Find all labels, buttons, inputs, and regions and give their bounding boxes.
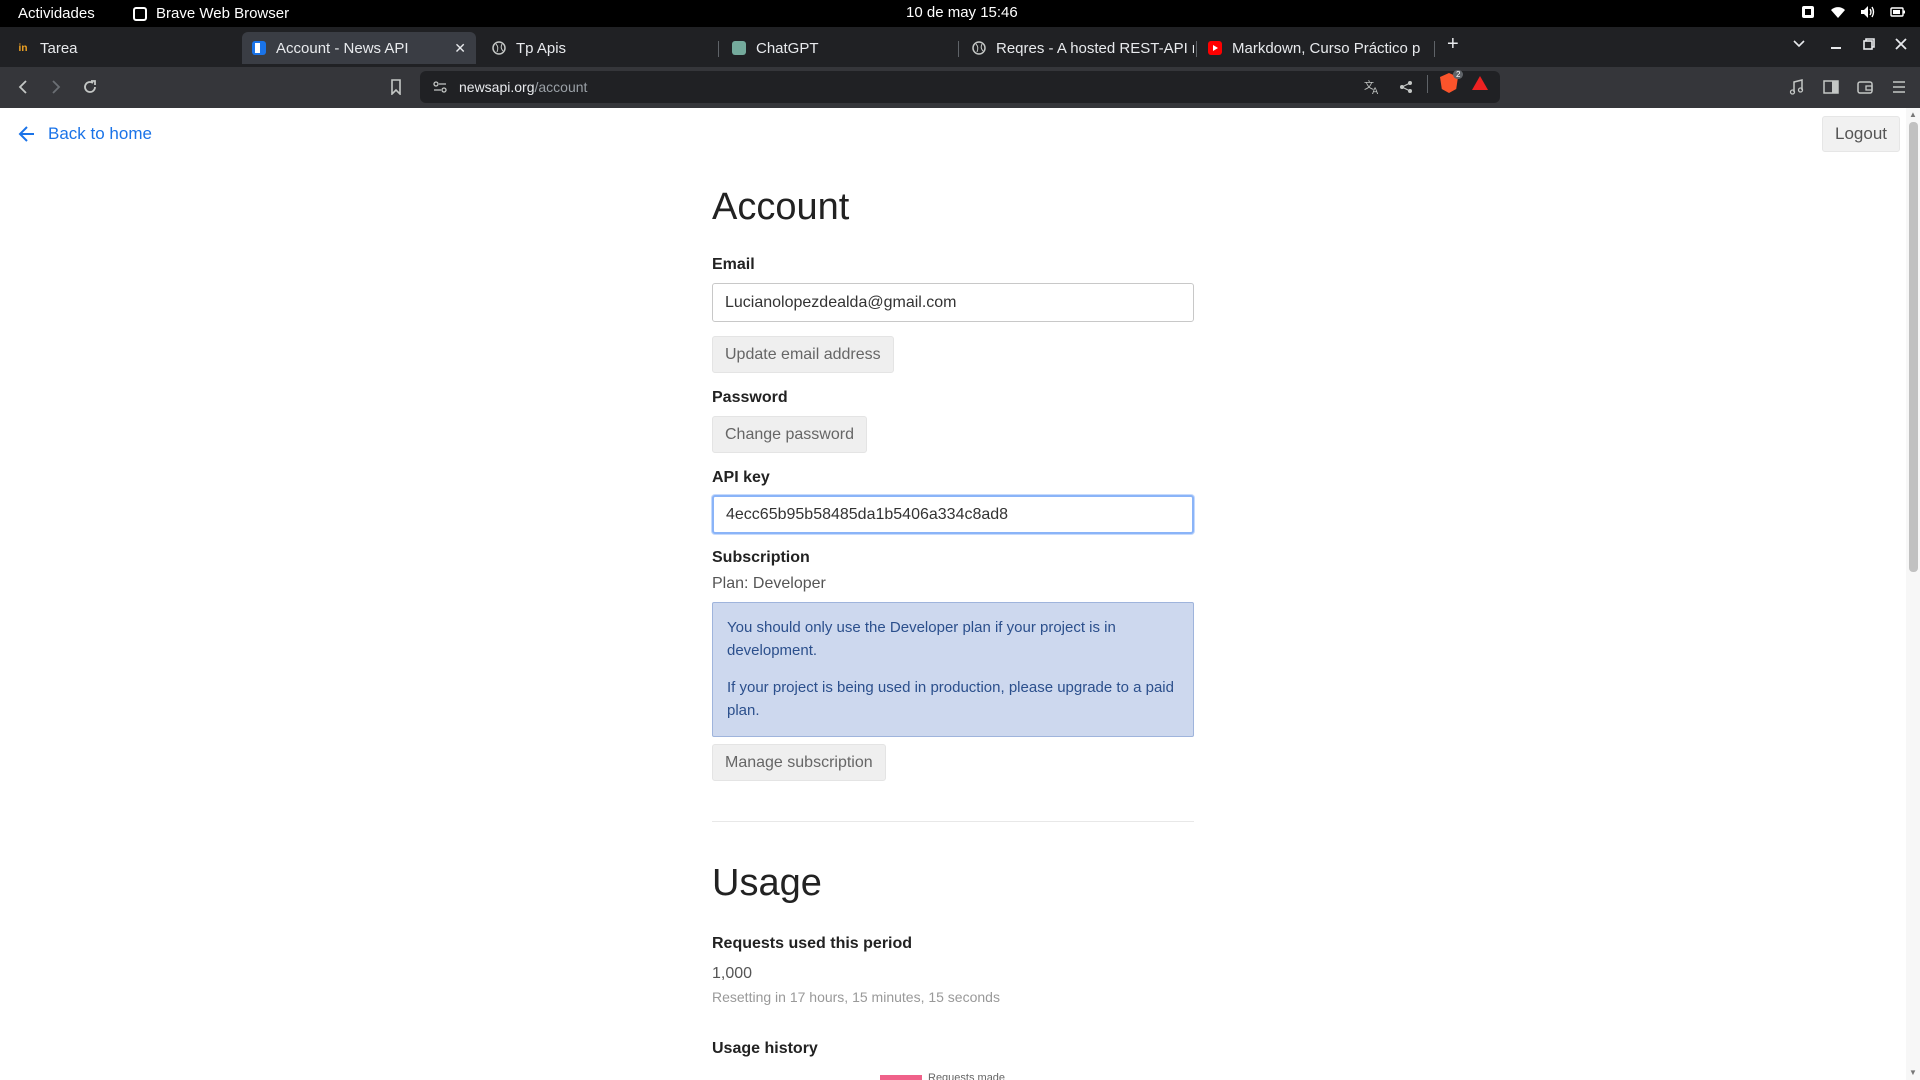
app-name: Brave Web Browser xyxy=(156,5,290,22)
tab-tp-apis[interactable]: Tp Apis xyxy=(482,33,716,63)
requests-used-value: 1,000 xyxy=(712,965,753,982)
globe-icon xyxy=(492,41,506,55)
update-email-button[interactable]: Update email address xyxy=(712,336,894,373)
minimize-icon[interactable] xyxy=(1830,37,1842,56)
tab-label: ChatGPT xyxy=(756,39,819,57)
tab-close-icon[interactable]: ✕ xyxy=(454,40,466,57)
sidebar-toggle-icon[interactable] xyxy=(1820,76,1842,98)
forward-icon[interactable] xyxy=(45,76,67,98)
arrow-left-icon xyxy=(18,126,34,142)
page-scrollbar[interactable]: ▲ ▼ xyxy=(1906,108,1920,1080)
chatgpt-icon xyxy=(732,41,746,55)
reload-icon[interactable] xyxy=(79,76,101,98)
developer-plan-notice: You should only use the Developer plan i… xyxy=(712,602,1194,737)
tab-separator xyxy=(1196,41,1197,57)
legend-swatch xyxy=(880,1075,922,1080)
change-password-button[interactable]: Change password xyxy=(712,416,867,453)
scroll-thumb[interactable] xyxy=(1909,122,1918,572)
tab-strip: in Tarea Account - News API ✕ Tp Apis Ch… xyxy=(0,27,1920,67)
back-icon[interactable] xyxy=(12,76,34,98)
wifi-icon[interactable] xyxy=(1830,4,1846,20)
svg-text:A: A xyxy=(1372,87,1379,95)
tab-label: Account - News API xyxy=(276,39,409,57)
api-key-label: API key xyxy=(712,469,770,486)
tab-separator xyxy=(1434,41,1435,57)
url-path: /account xyxy=(534,79,588,95)
tab-search-chevron-down-icon[interactable] xyxy=(1792,37,1806,56)
password-label: Password xyxy=(712,389,788,406)
translate-icon[interactable]: 文A xyxy=(1363,78,1381,96)
url-text[interactable]: newsapi.org/account xyxy=(459,79,587,95)
menu-hamburger-icon[interactable] xyxy=(1888,76,1910,98)
scroll-down-arrow-icon[interactable]: ▼ xyxy=(1909,1068,1917,1077)
wallet-icon[interactable] xyxy=(1854,76,1876,98)
brave-rewards-icon[interactable] xyxy=(1472,76,1488,90)
address-divider xyxy=(1427,75,1428,93)
screen-share-icon[interactable] xyxy=(1800,4,1816,20)
tab-label: Markdown, Curso Práctico p xyxy=(1232,39,1421,57)
notice-line-2: If your project is being used in product… xyxy=(727,679,1174,719)
back-to-home-link[interactable]: Back to home xyxy=(18,124,152,144)
email-field[interactable]: Lucianolopezdealda@gmail.com xyxy=(712,283,1194,322)
restore-icon[interactable] xyxy=(1863,37,1875,55)
resetting-text: Resetting in 17 hours, 15 minutes, 15 se… xyxy=(712,989,1000,1005)
app-menu[interactable]: Brave Web Browser xyxy=(133,5,289,22)
tab-label: Reqres - A hosted REST-API r xyxy=(996,39,1194,57)
tab-account-news-api[interactable]: Account - News API ✕ xyxy=(242,32,476,64)
tab-reqres[interactable]: Reqres - A hosted REST-API r xyxy=(962,33,1194,63)
tab-favicon-icon: in xyxy=(18,42,28,54)
clock[interactable]: 10 de may 15:46 xyxy=(906,4,1018,21)
legend-label: Requests made xyxy=(928,1072,1006,1080)
browser-toolbar: newsapi.org/account 文A 2 xyxy=(0,67,1920,108)
bookmark-icon[interactable] xyxy=(385,76,407,98)
account-title: Account xyxy=(712,186,850,228)
tab-label: Tarea xyxy=(40,39,78,57)
email-label: Email xyxy=(712,256,755,273)
tab-chatgpt[interactable]: ChatGPT xyxy=(722,33,956,63)
system-tray[interactable] xyxy=(1800,4,1906,20)
tab-tarea[interactable]: in Tarea xyxy=(6,33,236,63)
usage-history-label: Usage history xyxy=(712,1040,818,1057)
tab-label: Tp Apis xyxy=(516,39,567,57)
url-domain: newsapi.org xyxy=(459,79,535,95)
media-music-icon[interactable] xyxy=(1786,76,1808,98)
battery-icon[interactable] xyxy=(1890,4,1906,20)
new-tab-plus-icon[interactable]: + xyxy=(1447,33,1459,56)
news-api-favicon-icon xyxy=(252,41,266,55)
back-to-home-label: Back to home xyxy=(48,124,152,143)
tab-separator xyxy=(958,41,959,57)
address-bar[interactable]: newsapi.org/account 文A xyxy=(420,71,1500,103)
web-page: Back to home Logout Account Email Lucian… xyxy=(0,108,1920,1080)
globe-icon xyxy=(972,41,986,55)
os-top-bar: Actividades Brave Web Browser 10 de may … xyxy=(0,0,1920,27)
logout-button[interactable]: Logout xyxy=(1822,116,1900,152)
youtube-icon xyxy=(1208,41,1222,55)
brave-app-icon xyxy=(133,6,147,21)
activities-button[interactable]: Actividades xyxy=(18,5,95,22)
section-divider xyxy=(712,821,1194,822)
close-window-icon[interactable] xyxy=(1895,37,1907,55)
requests-used-label: Requests used this period xyxy=(712,935,913,952)
subscription-label: Subscription xyxy=(712,549,810,566)
usage-title: Usage xyxy=(712,862,822,904)
share-icon[interactable] xyxy=(1397,78,1415,96)
api-key-field[interactable]: 4ecc65b95b58485da1b5406a334c8ad8 xyxy=(712,495,1194,534)
plan-text: Plan: Developer xyxy=(712,575,826,592)
manage-subscription-button[interactable]: Manage subscription xyxy=(712,744,886,781)
notice-line-1: You should only use the Developer plan i… xyxy=(727,619,1116,659)
tab-separator xyxy=(718,41,719,57)
tab-markdown[interactable]: Markdown, Curso Práctico p xyxy=(1198,33,1430,63)
volume-icon[interactable] xyxy=(1860,4,1876,20)
site-settings-icon[interactable] xyxy=(431,78,449,96)
scroll-up-arrow-icon[interactable]: ▲ xyxy=(1909,110,1917,119)
